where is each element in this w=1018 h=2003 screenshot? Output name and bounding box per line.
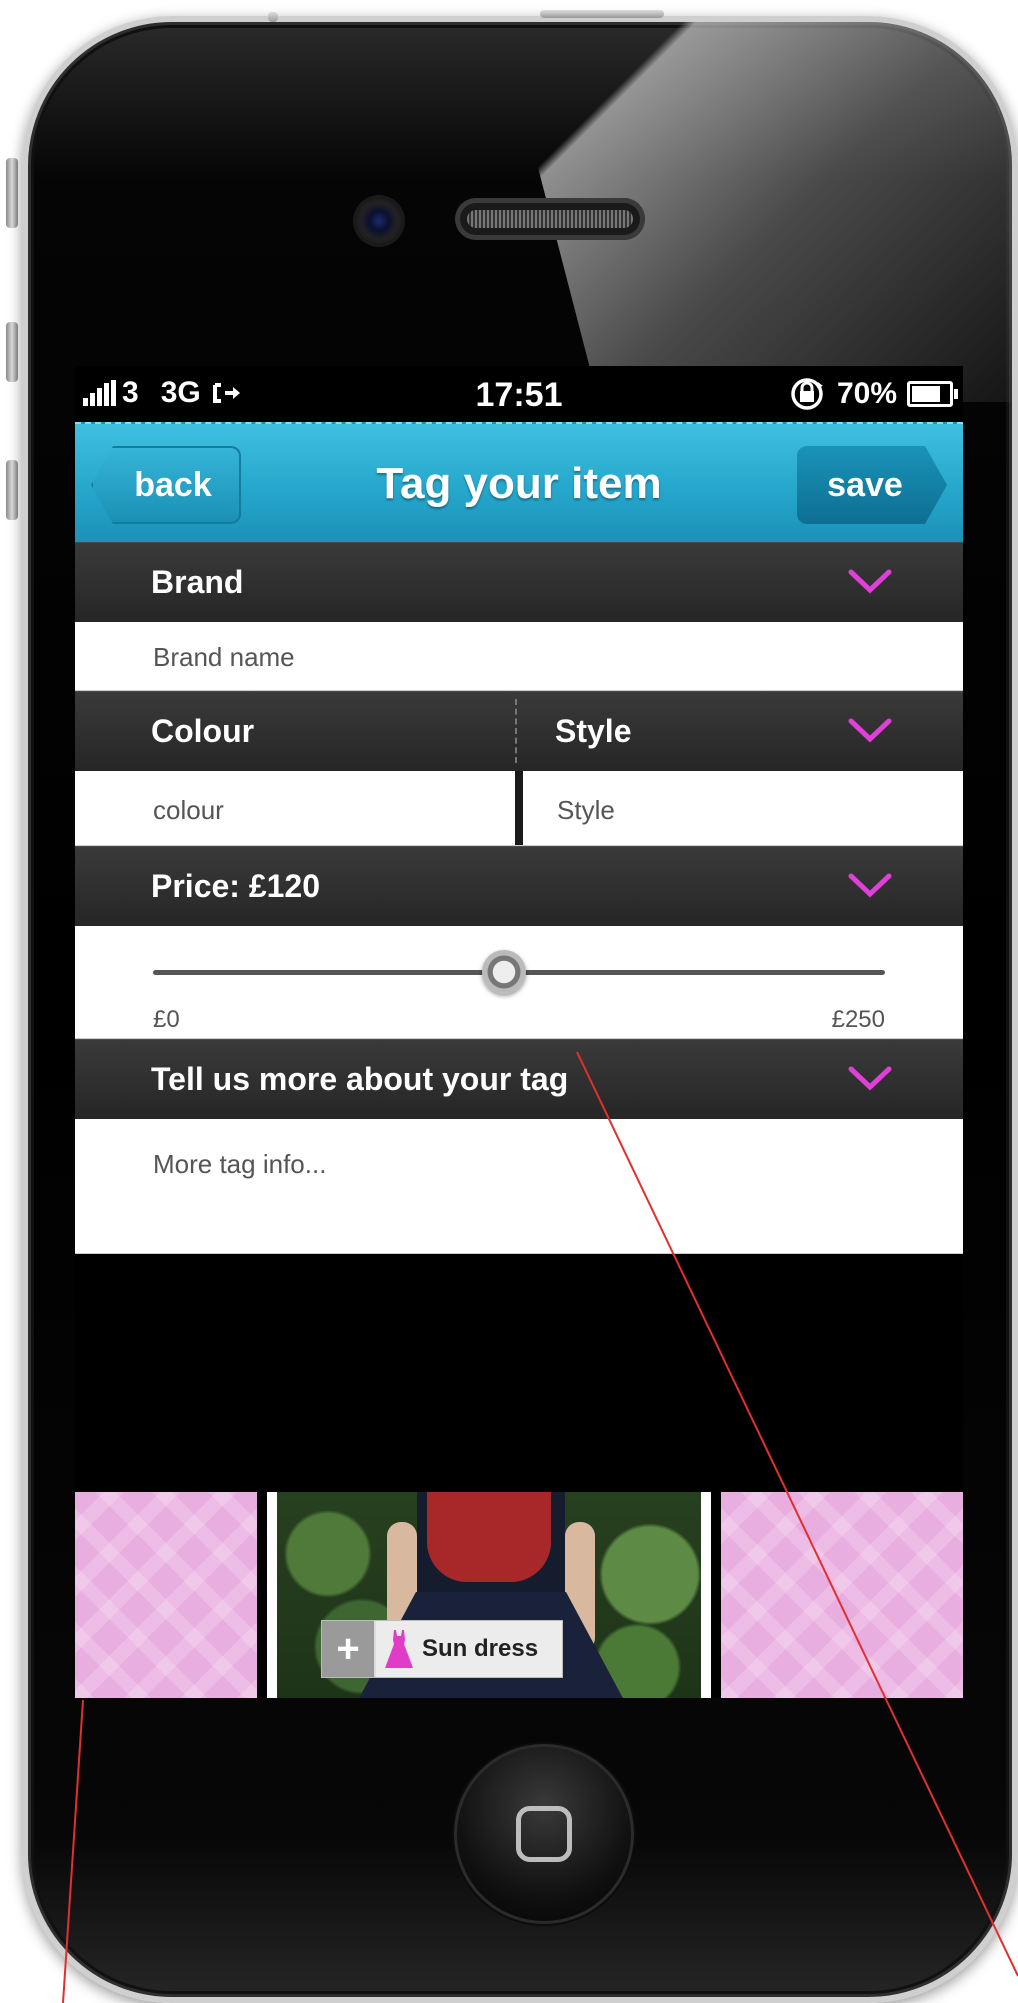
- chevron-down-icon[interactable]: [847, 568, 893, 596]
- item-tag-label: Sun dress: [422, 1635, 539, 1662]
- style-label: Style: [555, 713, 632, 749]
- input-divider: [515, 771, 523, 845]
- more-info-textarea[interactable]: More tag info...: [75, 1119, 963, 1254]
- battery-icon: [907, 381, 958, 407]
- more-info-placeholder: More tag info...: [153, 1149, 327, 1179]
- nav-bar: back Tag your item save: [75, 422, 963, 544]
- earpiece-speaker: [455, 198, 645, 240]
- colour-label: Colour: [151, 713, 255, 749]
- style-input[interactable]: Style: [557, 795, 615, 826]
- colour-input[interactable]: colour: [153, 795, 224, 826]
- price-max-label: £250: [831, 1006, 885, 1033]
- more-info-header[interactable]: Tell us more about your tag: [75, 1039, 963, 1119]
- brand-header[interactable]: Brand: [75, 542, 963, 622]
- photo-frame[interactable]: + Sun dress: [267, 1492, 711, 1698]
- price-slider-panel: £0 £250: [75, 926, 963, 1039]
- phone-screen: 3 3G 17:51 70% back Tag your item save B…: [75, 366, 963, 1698]
- tag-form: Brand Brand name Colour Style colour Sty…: [75, 542, 963, 1254]
- photo-hair: [427, 1492, 551, 1582]
- chevron-down-icon[interactable]: [847, 717, 893, 745]
- rotation-lock-icon: [791, 378, 823, 410]
- colour-style-inputs: colour Style: [75, 771, 963, 846]
- volume-down-button[interactable]: [6, 460, 18, 520]
- dress-icon: [385, 1630, 413, 1668]
- home-square-icon: [516, 1806, 572, 1862]
- volume-up-button[interactable]: [6, 322, 18, 382]
- front-camera: [356, 198, 402, 244]
- more-info-label: Tell us more about your tag: [151, 1061, 569, 1097]
- price-label: Price: £120: [151, 868, 321, 904]
- colour-style-header[interactable]: Colour Style: [75, 691, 963, 771]
- brand-label: Brand: [151, 564, 244, 600]
- home-button[interactable]: [454, 1744, 634, 1924]
- chevron-down-icon[interactable]: [847, 1065, 893, 1093]
- mute-switch[interactable]: [6, 158, 18, 228]
- price-slider-knob[interactable]: [482, 950, 527, 994]
- gallery-pattern-right: [721, 1492, 963, 1698]
- brand-placeholder: Brand name: [153, 642, 295, 672]
- brand-input[interactable]: Brand name: [75, 622, 963, 691]
- status-bar: 3 3G 17:51 70%: [75, 366, 963, 422]
- gallery-pattern-left: [75, 1492, 257, 1698]
- sleep-button[interactable]: [540, 10, 664, 18]
- chevron-down-icon[interactable]: [847, 872, 893, 900]
- item-tag-chip[interactable]: + Sun dress: [321, 1620, 563, 1678]
- battery-percent: 70%: [836, 377, 897, 410]
- sleep-button-edge: [268, 12, 278, 22]
- status-right: 70%: [787, 376, 958, 412]
- price-min-label: £0: [153, 1006, 180, 1033]
- item-photo[interactable]: + Sun dress: [277, 1492, 701, 1698]
- photo-gallery: + Sun dress: [75, 1492, 963, 1698]
- header-separator: [515, 699, 517, 763]
- price-header[interactable]: Price: £120: [75, 846, 963, 926]
- save-button[interactable]: save: [797, 446, 947, 524]
- plus-icon[interactable]: +: [322, 1621, 376, 1677]
